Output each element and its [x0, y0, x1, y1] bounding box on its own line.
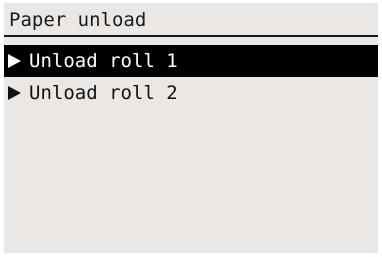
menu-list: Unload roll 1 Unload roll 2 — [4, 45, 378, 109]
menu-item-label: Unload roll 2 — [29, 82, 178, 104]
arrow-right-icon — [8, 54, 21, 68]
arrow-right-icon — [8, 86, 21, 100]
display-screen: Paper unload Unload roll 1 Unload roll 2 — [4, 3, 378, 253]
page-title: Paper unload — [4, 3, 378, 37]
menu-item-label: Unload roll 1 — [29, 50, 178, 72]
menu-item-unload-roll-1[interactable]: Unload roll 1 — [4, 45, 378, 77]
menu-item-unload-roll-2[interactable]: Unload roll 2 — [4, 77, 378, 109]
